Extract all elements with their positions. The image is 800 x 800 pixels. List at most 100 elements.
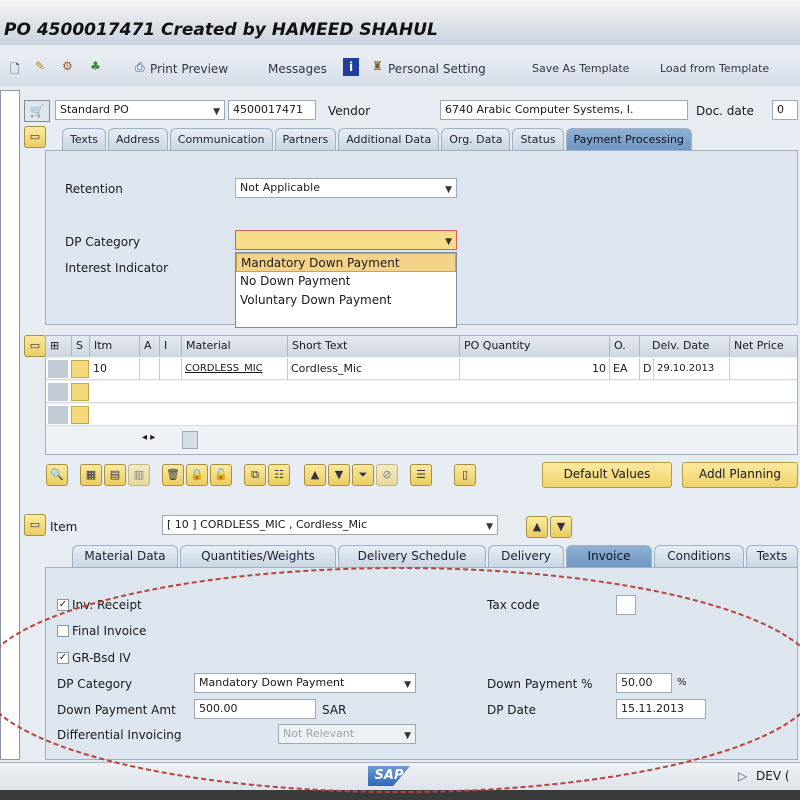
- new-document-icon[interactable]: 🗋: [10, 60, 20, 81]
- select-block-icon[interactable]: ▥: [128, 464, 150, 486]
- display-icon[interactable]: ♣: [90, 59, 101, 73]
- delete-filter-icon[interactable]: ⊘: [376, 464, 398, 486]
- dp-option-mandatory[interactable]: Mandatory Down Payment: [236, 253, 456, 272]
- dp-option-none[interactable]: No Down Payment: [236, 272, 456, 291]
- collapse-items-icon[interactable]: ▭: [24, 335, 46, 357]
- save-as-template-button[interactable]: Save As Template: [532, 62, 629, 75]
- row-selector[interactable]: [48, 406, 68, 424]
- settings-layout-icon[interactable]: ▯: [454, 464, 476, 486]
- show-list-icon[interactable]: ☰: [410, 464, 432, 486]
- row-selector[interactable]: [48, 383, 68, 401]
- status-expand-icon[interactable]: ▷: [738, 769, 747, 783]
- col-itm[interactable]: Itm: [90, 336, 140, 356]
- collapse-item-detail-icon[interactable]: ▭: [24, 514, 46, 536]
- info-icon[interactable]: i: [343, 58, 359, 76]
- retention-select[interactable]: Not Applicable: [235, 178, 457, 198]
- filter-icon[interactable]: ⏷: [352, 464, 374, 486]
- addl-planning-button[interactable]: Addl Planning: [682, 462, 798, 488]
- other-document-icon[interactable]: ⚙: [62, 59, 73, 73]
- select-all-items-icon[interactable]: ▦: [80, 464, 102, 486]
- collapse-header-icon[interactable]: ▭: [24, 126, 46, 148]
- delete-icon[interactable]: 🗑: [162, 464, 184, 486]
- tab-communication[interactable]: Communication: [169, 128, 273, 150]
- copy-icon[interactable]: ⧉: [244, 464, 266, 486]
- screen-border: [0, 790, 800, 800]
- tax-code-field[interactable]: [616, 595, 636, 615]
- next-item-button[interactable]: ▼: [550, 516, 572, 538]
- tab-texts-item[interactable]: Texts: [746, 545, 798, 567]
- personal-setting-icon[interactable]: ♜: [372, 59, 383, 73]
- col-a[interactable]: A: [140, 336, 160, 356]
- paste-icon[interactable]: ☷: [268, 464, 290, 486]
- horizontal-scroll-arrows[interactable]: ◂ ▸: [142, 432, 155, 443]
- document-type-select[interactable]: Standard PO: [55, 100, 225, 120]
- col-delivery-date[interactable]: Delv. Date: [640, 336, 730, 356]
- cell-short-text[interactable]: Cordless_Mic: [288, 358, 460, 380]
- personal-setting-button[interactable]: Personal Setting: [388, 62, 486, 76]
- cell-po-quantity[interactable]: 10: [460, 358, 610, 380]
- tab-material-data[interactable]: Material Data: [72, 545, 178, 567]
- change-icon[interactable]: ✎: [35, 59, 45, 73]
- gr-bsd-iv-checkbox[interactable]: ✓: [57, 652, 69, 664]
- final-invoice-checkbox[interactable]: [57, 625, 69, 637]
- previous-item-button[interactable]: ▲: [526, 516, 548, 538]
- po-number-field: 4500017471: [228, 100, 316, 120]
- tab-delivery[interactable]: Delivery: [488, 545, 564, 567]
- default-values-button[interactable]: Default Values: [542, 462, 672, 488]
- table-row-empty[interactable]: [46, 404, 797, 426]
- cell-date-category[interactable]: D: [640, 358, 654, 380]
- tab-texts[interactable]: Texts: [62, 128, 106, 150]
- messages-button[interactable]: Messages: [268, 62, 327, 76]
- tab-delivery-schedule[interactable]: Delivery Schedule: [338, 545, 486, 567]
- cell-material[interactable]: CORDLESS_MIC: [182, 358, 288, 380]
- deselect-all-icon[interactable]: ▤: [104, 464, 126, 486]
- lock-icon[interactable]: 🔒: [186, 464, 208, 486]
- doc-date-field[interactable]: 0: [772, 100, 798, 120]
- cell-delivery-date[interactable]: 29.10.2013: [654, 358, 730, 380]
- unlock-icon[interactable]: 🔓: [210, 464, 232, 486]
- col-i[interactable]: I: [160, 336, 182, 356]
- col-po-quantity[interactable]: PO Quantity: [460, 336, 610, 356]
- cell-itm[interactable]: 10: [90, 358, 140, 380]
- select-all-icon[interactable]: ⊞: [46, 336, 72, 356]
- dp-percent-field[interactable]: 50.00: [616, 673, 672, 693]
- table-row-empty[interactable]: [46, 381, 797, 403]
- cell-i[interactable]: [160, 358, 182, 380]
- vendor-field[interactable]: 6740 Arabic Computer Systems, I.: [440, 100, 688, 120]
- item-select[interactable]: [ 10 ] CORDLESS_MIC , Cordless_Mic: [162, 515, 498, 535]
- cell-unit[interactable]: EA: [610, 358, 640, 380]
- tab-status[interactable]: Status: [512, 128, 564, 150]
- dp-amount-field[interactable]: 500.00: [194, 699, 316, 719]
- sort-descending-icon[interactable]: ▼: [328, 464, 350, 486]
- col-order-unit[interactable]: O.: [610, 336, 640, 356]
- col-material[interactable]: Material: [182, 336, 288, 356]
- tab-address[interactable]: Address: [107, 128, 168, 150]
- cell-a[interactable]: [140, 358, 160, 380]
- load-from-template-button[interactable]: Load from Template: [660, 62, 769, 75]
- document-overview-panel[interactable]: [0, 90, 20, 760]
- items-table: ⊞ S Itm A I Material Short Text PO Quant…: [45, 335, 798, 455]
- tab-conditions[interactable]: Conditions: [654, 545, 744, 567]
- inv-receipt-checkbox[interactable]: ✓: [57, 599, 69, 611]
- tab-additional-data[interactable]: Additional Data: [338, 128, 440, 150]
- col-short-text[interactable]: Short Text: [288, 336, 460, 356]
- table-row[interactable]: 10 CORDLESS_MIC Cordless_Mic 10 EA D 29.…: [46, 358, 797, 380]
- sort-ascending-icon[interactable]: ▲: [304, 464, 326, 486]
- window-title: PO 4500017471 Created by HAMEED SHAHUL: [4, 20, 438, 40]
- col-s[interactable]: S: [72, 336, 90, 356]
- tab-invoice[interactable]: Invoice: [566, 545, 652, 567]
- row-selector[interactable]: [48, 360, 68, 378]
- horizontal-scrollbar[interactable]: [182, 431, 198, 449]
- tab-payment-processing[interactable]: Payment Processing: [565, 128, 692, 150]
- tab-partners[interactable]: Partners: [274, 128, 337, 150]
- col-net-price[interactable]: Net Price: [730, 336, 797, 356]
- print-preview-icon[interactable]: ⎙: [135, 60, 145, 75]
- dp-date-field[interactable]: 15.11.2013: [616, 699, 706, 719]
- dp-option-voluntary[interactable]: Voluntary Down Payment: [236, 291, 456, 310]
- tab-org-data[interactable]: Org. Data: [441, 128, 511, 150]
- print-preview-button[interactable]: Print Preview: [150, 62, 228, 76]
- tab-quantities-weights[interactable]: Quantities/Weights: [180, 545, 336, 567]
- dp-category-item-select[interactable]: Mandatory Down Payment: [194, 673, 416, 693]
- dp-category-select[interactable]: [235, 230, 457, 250]
- details-icon[interactable]: 🔍: [46, 464, 68, 486]
